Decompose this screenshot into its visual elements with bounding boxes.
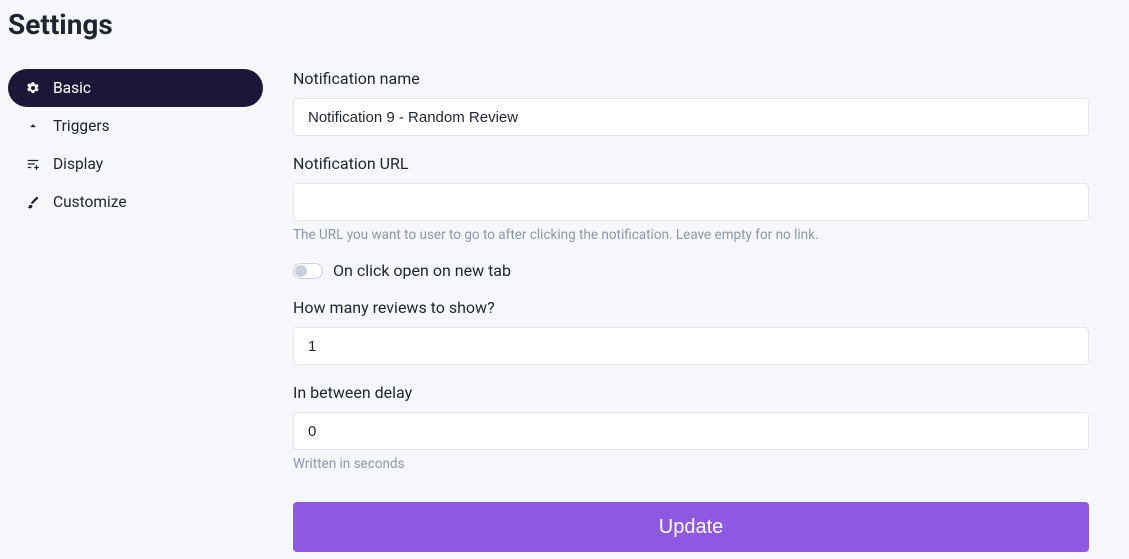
sidebar-item-customize[interactable]: Customize [8,183,263,221]
notification-url-input[interactable] [293,183,1089,221]
gear-icon [26,81,40,95]
toggle-knob [295,265,307,277]
notification-url-label: Notification URL [293,154,1089,173]
settings-sidebar: Basic Triggers Display Customize [8,69,263,221]
sidebar-item-label: Triggers [53,117,110,135]
notification-url-help: The URL you want to user to go to after … [293,227,1089,243]
sidebar-item-display[interactable]: Display [8,145,263,183]
page-title: Settings [8,8,1121,41]
delay-help: Written in seconds [293,456,1089,472]
settings-form: Notification name Notification URL The U… [263,69,1089,552]
new-tab-toggle[interactable] [293,263,323,279]
sidebar-item-triggers[interactable]: Triggers [8,107,263,145]
sidebar-item-label: Basic [53,79,91,97]
new-tab-toggle-label: On click open on new tab [333,261,511,280]
update-button[interactable]: Update [293,502,1089,552]
delay-label: In between delay [293,383,1089,402]
sidebar-item-basic[interactable]: Basic [8,69,263,107]
delay-input[interactable] [293,412,1089,450]
reviews-count-label: How many reviews to show? [293,298,1089,317]
brush-icon [26,195,40,209]
sliders-icon [26,157,40,171]
notification-name-input[interactable] [293,98,1089,136]
sidebar-item-label: Customize [53,193,127,211]
sidebar-item-label: Display [53,155,103,173]
reviews-count-input[interactable] [293,327,1089,365]
chevron-up-icon [26,119,40,133]
notification-name-label: Notification name [293,69,1089,88]
